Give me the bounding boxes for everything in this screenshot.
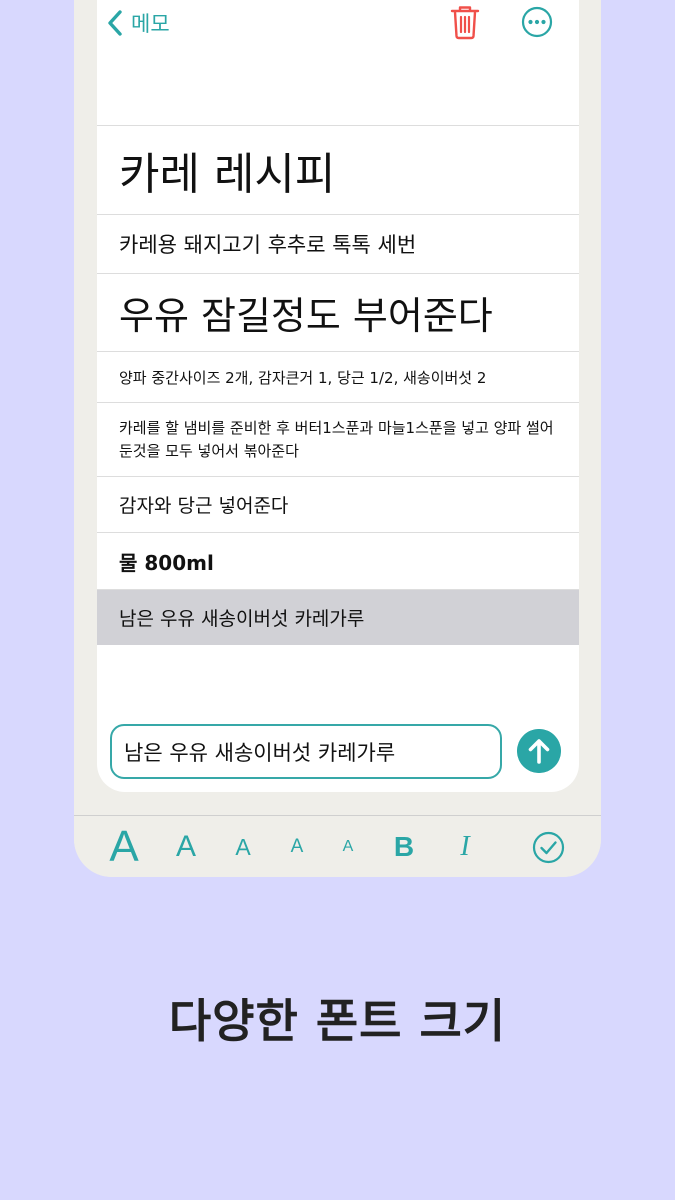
memo-row[interactable]: 카레를 할 냄비를 준비한 후 버터1스푼과 마늘1스푼을 넣고 양파 썰어둔것…	[97, 402, 579, 476]
memo-row[interactable]: 물 800ml	[97, 532, 579, 589]
memo-edit-input-text: 남은 우유 새송이버섯 카레가루	[124, 740, 396, 765]
memo-row-text: 카레를 할 냄비를 준비한 후 버터1스푼과 마늘1스푼을 넣고 양파 썰어둔것…	[119, 418, 554, 460]
memo-row-text: 카레용 돼지고기 후추로 톡톡 세번	[119, 233, 417, 257]
memo-row-text: 양파 중간사이즈 2개, 감자큰거 1, 당근 1/2, 새송이버섯 2	[119, 368, 487, 387]
memo-row-text: 카레 레시피	[119, 149, 336, 200]
font-size-xl-button[interactable]: A	[104, 816, 144, 877]
memo-edit-input[interactable]: 남은 우유 새송이버섯 카레가루	[110, 724, 502, 779]
memo-row-selected[interactable]: 남은 우유 새송이버섯 카레가루	[97, 589, 579, 645]
back-button[interactable]: 메모	[107, 6, 170, 40]
memo-list: 카레 레시피 카레용 돼지고기 후추로 톡톡 세번 우유 잠길정도 부어준다 양…	[97, 125, 579, 645]
phone-frame: 메모 카레 레시피 카레용 돼지고기 후추로 톡톡 세번 우유 잠길정도 부어준…	[74, 0, 601, 877]
memo-row-text: 물 800ml	[119, 550, 214, 575]
memo-row-text: 감자와 당근 넣어준다	[119, 495, 289, 517]
font-size-s-button[interactable]: A	[283, 816, 311, 877]
memo-card: 메모 카레 레시피 카레용 돼지고기 후추로 톡톡 세번 우유 잠길정도 부어준…	[97, 0, 579, 792]
memo-row[interactable]: 우유 잠길정도 부어준다	[97, 273, 579, 351]
done-button[interactable]	[530, 816, 566, 877]
checkmark-circle-icon	[532, 831, 564, 863]
memo-row[interactable]: 카레용 돼지고기 후추로 톡톡 세번	[97, 214, 579, 273]
chevron-left-icon	[108, 10, 122, 36]
back-label: 메모	[131, 12, 170, 36]
font-size-l-button[interactable]: A	[170, 816, 202, 877]
memo-row-title[interactable]: 카레 레시피	[97, 125, 579, 214]
font-size-m-glyph: A	[235, 833, 251, 860]
font-size-s-glyph: A	[290, 836, 304, 857]
arrow-up-circle-icon[interactable]	[517, 729, 561, 773]
font-size-xs-glyph: A	[342, 838, 354, 855]
more-circle-icon[interactable]	[521, 6, 553, 38]
bold-glyph: B	[393, 831, 415, 862]
font-size-m-button[interactable]: A	[228, 816, 258, 877]
italic-button[interactable]: I	[450, 816, 480, 877]
nav-bar: 메모	[97, 0, 579, 48]
font-size-xs-button[interactable]: A	[336, 816, 360, 877]
bold-button[interactable]: B	[389, 816, 419, 877]
italic-glyph: I	[460, 831, 470, 862]
font-size-xl-glyph: A	[109, 822, 139, 871]
format-toolbar: A A A A A B I	[74, 815, 601, 877]
memo-row[interactable]: 양파 중간사이즈 2개, 감자큰거 1, 당근 1/2, 새송이버섯 2	[97, 351, 579, 402]
promo-caption: 다양한 폰트 크기	[168, 994, 507, 1048]
trash-icon[interactable]	[449, 4, 481, 40]
memo-row[interactable]: 감자와 당근 넣어준다	[97, 476, 579, 532]
memo-row-text: 남은 우유 새송이버섯 카레가루	[119, 608, 365, 630]
font-size-l-glyph: A	[175, 830, 196, 863]
memo-row-text: 우유 잠길정도 부어준다	[119, 294, 493, 338]
